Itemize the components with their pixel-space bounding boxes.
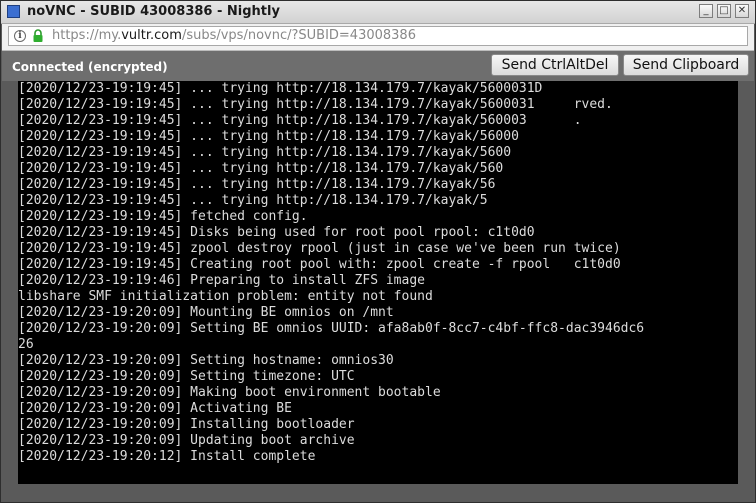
window-title: noVNC - SUBID 43008386 - Nightly: [27, 4, 280, 19]
url-domain: vultr.com: [121, 28, 182, 43]
console-line: [2020/12/23-19:19:45] Creating root pool…: [18, 257, 621, 272]
send-ctrlaltdel-button[interactable]: Send CtrlAltDel: [491, 54, 619, 76]
console-line: [2020/12/23-19:20:09] Mounting BE omnios…: [18, 305, 394, 320]
maximize-button[interactable]: □: [717, 4, 731, 18]
console-line: [2020/12/23-19:19:45] ... trying http://…: [18, 193, 488, 208]
url-field[interactable]: i https://my.vultr.com/subs/vps/novnc/?S…: [8, 26, 748, 46]
console-line: [2020/12/23-19:20:09] Updating boot arch…: [18, 433, 355, 448]
vnc-console-screen[interactable]: [2020/12/23-19:19:45] ... trying http://…: [18, 81, 738, 484]
console-line: [2020/12/23-19:19:45] ... trying http://…: [18, 81, 543, 96]
app-icon: [7, 5, 20, 18]
console-line: [2020/12/23-19:19:45] ... trying http://…: [18, 113, 582, 128]
console-line: libshare SMF initialization problem: ent…: [18, 289, 433, 304]
console-line: [2020/12/23-19:20:12] Install complete: [18, 449, 316, 464]
minimize-button[interactable]: _: [699, 4, 713, 18]
url-prefix: https://my.: [52, 28, 122, 43]
console-line: [2020/12/23-19:20:09] Activating BE: [18, 401, 292, 416]
lock-icon: [33, 29, 43, 42]
console-line: [2020/12/23-19:19:45] ... trying http://…: [18, 177, 496, 192]
console-line: [2020/12/23-19:19:45] ... trying http://…: [18, 97, 613, 112]
send-clipboard-button[interactable]: Send Clipboard: [623, 54, 749, 76]
console-line: [2020/12/23-19:20:09] Installing bootloa…: [18, 417, 355, 432]
console-line: [2020/12/23-19:20:09] Setting BE omnios …: [18, 321, 645, 336]
console-line: [2020/12/23-19:19:45] ... trying http://…: [18, 145, 512, 160]
close-button[interactable]: ✕: [735, 4, 749, 18]
console-line: [2020/12/23-19:20:09] Making boot enviro…: [18, 385, 441, 400]
url-path: /subs/vps/novnc/?SUBID=43008386: [181, 28, 416, 43]
console-line: [2020/12/23-19:20:09] Setting hostname: …: [18, 353, 394, 368]
url-text: https://my.vultr.com/subs/vps/novnc/?SUB…: [52, 28, 416, 43]
vnc-status-bar: Connected (encrypted) Send CtrlAltDel Se…: [2, 51, 754, 81]
console-line: [2020/12/23-19:20:09] Setting timezone: …: [18, 369, 355, 384]
console-line: 26: [18, 337, 34, 352]
console-line: [2020/12/23-19:19:45] fetched config.: [18, 209, 308, 224]
console-output: [2020/12/23-19:19:45] ... trying http://…: [18, 81, 738, 465]
console-line: [2020/12/23-19:19:45] zpool destroy rpoo…: [18, 241, 621, 256]
browser-window: noVNC - SUBID 43008386 - Nightly _ □ ✕ i…: [0, 0, 756, 503]
info-icon[interactable]: i: [14, 30, 26, 42]
title-bar[interactable]: noVNC - SUBID 43008386 - Nightly _ □ ✕: [1, 1, 755, 24]
console-line: [2020/12/23-19:19:45] ... trying http://…: [18, 129, 519, 144]
console-line: [2020/12/23-19:19:45] ... trying http://…: [18, 161, 504, 176]
address-bar: i https://my.vultr.com/subs/vps/novnc/?S…: [2, 24, 754, 51]
console-line: [2020/12/23-19:19:45] Disks being used f…: [18, 225, 535, 240]
connection-status: Connected (encrypted): [12, 60, 168, 74]
console-line: [2020/12/23-19:19:46] Preparing to insta…: [18, 273, 425, 288]
